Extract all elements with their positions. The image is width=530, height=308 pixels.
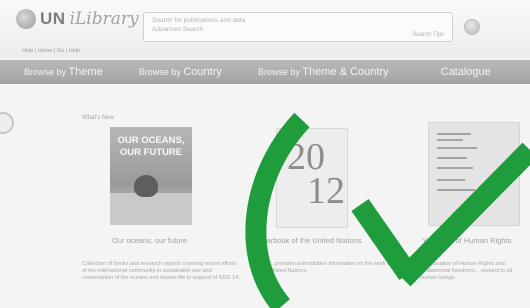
nav-label: Theme & Country <box>302 66 389 78</box>
book-title-link[interactable]: Yearbook of Human Rights <box>422 236 511 245</box>
logo-ilibrary-text: iLibrary <box>69 9 139 29</box>
nav-catalogue[interactable]: Catalogue <box>401 66 530 78</box>
nav-label: Country <box>183 66 222 78</box>
search-placeholder: Search for publications and data Advance… <box>152 16 302 34</box>
book-description: ...declaration of Human Rights and funda… <box>420 261 513 281</box>
cover-wave <box>110 193 192 225</box>
book-cover-oceans[interactable]: OUR OCEANS, OUR FUTURE <box>110 127 192 225</box>
section-label: What's New <box>82 115 114 121</box>
nav-browse-country[interactable]: Browse by Country <box>115 66 234 78</box>
cover-text-line <box>437 179 465 181</box>
cover-text-line <box>437 157 467 159</box>
cover-text-line <box>437 147 477 149</box>
book-title-link[interactable]: Our oceans, our future <box>112 236 187 245</box>
search-input[interactable]: Search for publications and data Advance… <box>143 12 453 42</box>
advanced-search-link[interactable]: Advanced Search <box>152 26 203 33</box>
header: UN iLibrary Search for publications and … <box>0 0 530 58</box>
nav-prefix: Browse by <box>138 67 181 77</box>
main-nav: Browse by Theme Browse by Country Browse… <box>0 60 530 84</box>
carousel-prev-button[interactable] <box>0 112 14 134</box>
cover-swimmer-image <box>134 175 158 197</box>
nav-prefix: Browse by <box>24 67 67 77</box>
book-description: Collection of books and research reports… <box>82 261 240 281</box>
book-cover-human-rights[interactable] <box>428 122 520 226</box>
book-title-link[interactable]: Yearbook of the United Nations <box>258 236 362 245</box>
search-icon[interactable] <box>464 19 480 35</box>
book-cover-yearbook[interactable]: 20 12 <box>276 128 348 228</box>
logo-un-text: UN <box>40 9 66 28</box>
nav-browse-theme[interactable]: Browse by Theme <box>0 66 115 78</box>
nav-prefix: Browse by <box>257 67 300 77</box>
cover-text-line <box>437 167 473 169</box>
nav-browse-theme-country[interactable]: Browse by Theme & Country <box>234 66 401 78</box>
nav-label: Theme <box>68 66 103 78</box>
search-tips-link[interactable]: Search Tips <box>412 32 444 38</box>
cover-text-line <box>437 133 471 135</box>
cover-text-line <box>437 189 475 191</box>
breadcrumb[interactable]: Help | Home | Go | Help <box>22 48 80 54</box>
cover-year-bottom: 12 <box>307 170 345 212</box>
cover-title-text: OUR OCEANS, OUR FUTURE <box>117 135 185 158</box>
search-placeholder-text: Search for publications and data <box>152 17 246 24</box>
globe-logo-icon <box>16 9 36 29</box>
page: UN iLibrary Search for publications and … <box>0 0 530 308</box>
cover-text-line <box>437 139 463 141</box>
un-ilibrary-logo[interactable]: UN iLibrary <box>16 9 139 29</box>
book-description: ...provides authoritative information on… <box>270 261 401 274</box>
